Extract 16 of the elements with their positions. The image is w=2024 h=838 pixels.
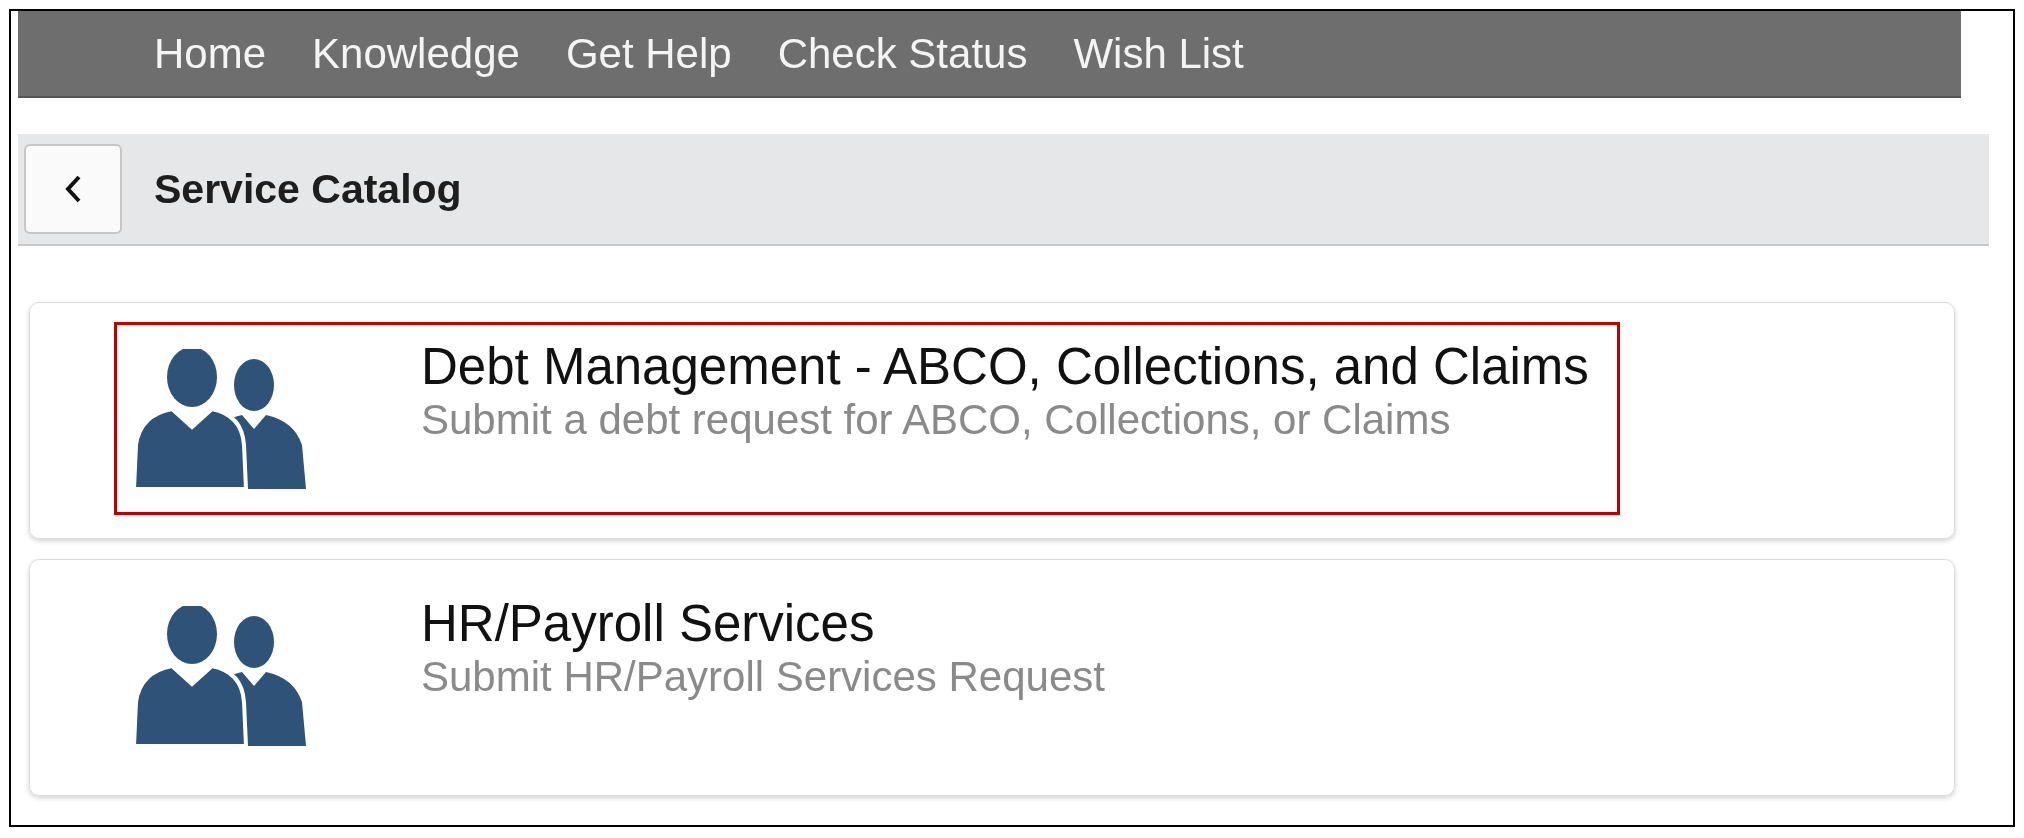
people-icon [134, 349, 306, 489]
nav-link[interactable]: Check Status [777, 29, 1028, 78]
nav-link[interactable]: Get Help [565, 29, 732, 78]
catalog-card[interactable]: HR/Payroll Services Submit HR/Payroll Services Request [29, 559, 1955, 796]
chevron-left-icon [64, 174, 82, 204]
item-description: Submit a debt request for ABCO, Collections, or Claims [421, 396, 1452, 444]
back-button[interactable] [24, 144, 122, 234]
item-title: Debt Management - ABCO, Collections, and Claims [421, 337, 1589, 396]
nav-link[interactable]: Knowledge [312, 29, 520, 78]
item-title: HR/Payroll Services [421, 594, 876, 653]
page-title: Service Catalog [154, 165, 462, 213]
nav-link[interactable]: Home [154, 29, 267, 78]
catalog-card[interactable]: Debt Management - ABCO, Collections, and Claims Submit a debt request for ABCO, Collections, or Claims [29, 302, 1955, 539]
nav-link[interactable]: Wish List [1073, 29, 1244, 78]
item-description: Submit HR/Payroll Services Request [421, 653, 1105, 701]
people-icon [134, 606, 306, 746]
